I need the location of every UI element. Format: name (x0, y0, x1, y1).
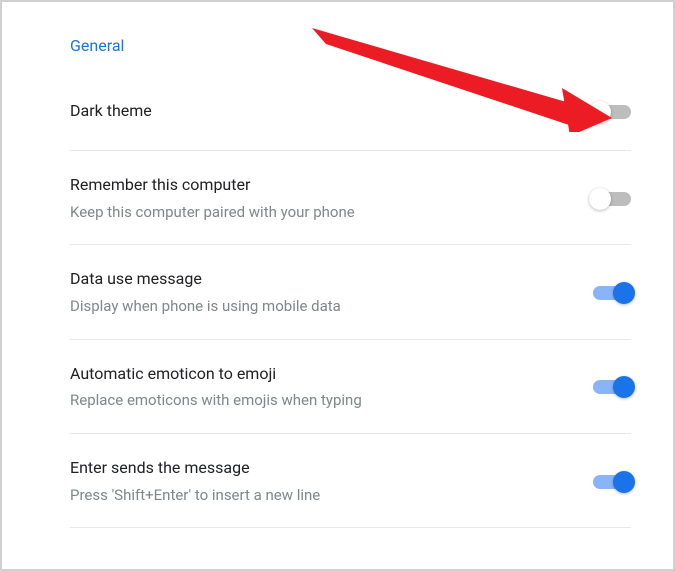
setting-desc: Display when phone is using mobile data (70, 297, 573, 317)
setting-text: Data use message Display when phone is u… (70, 269, 593, 316)
toggle-thumb (613, 376, 635, 398)
setting-title: Dark theme (70, 101, 573, 122)
setting-text: Dark theme (70, 101, 593, 122)
setting-title: Enter sends the message (70, 458, 573, 479)
toggle-thumb (589, 101, 611, 123)
setting-desc: Press 'Shift+Enter' to insert a new line (70, 486, 573, 506)
setting-title: Automatic emoticon to emoji (70, 364, 573, 385)
toggle-thumb (589, 188, 611, 210)
setting-text: Remember this computer Keep this compute… (70, 175, 593, 222)
toggle-data-use-message[interactable] (593, 286, 631, 300)
toggle-auto-emoticon[interactable] (593, 380, 631, 394)
setting-desc: Replace emoticons with emojis when typin… (70, 391, 573, 411)
setting-row-data-use-message: Data use message Display when phone is u… (70, 245, 631, 339)
setting-title: Remember this computer (70, 175, 573, 196)
toggle-dark-theme[interactable] (593, 105, 631, 119)
setting-row-dark-theme: Dark theme (70, 87, 631, 151)
settings-list: Dark theme Remember this computer Keep t… (70, 87, 631, 528)
toggle-thumb (613, 282, 635, 304)
setting-text: Automatic emoticon to emoji Replace emot… (70, 364, 593, 411)
toggle-enter-sends[interactable] (593, 475, 631, 489)
setting-desc: Keep this computer paired with your phon… (70, 203, 573, 223)
section-header-general: General (70, 36, 631, 55)
toggle-remember-computer[interactable] (593, 192, 631, 206)
settings-panel: General Dark theme Remember this compute… (0, 0, 675, 571)
setting-row-remember-computer: Remember this computer Keep this compute… (70, 151, 631, 245)
setting-row-enter-sends: Enter sends the message Press 'Shift+Ent… (70, 434, 631, 528)
setting-text: Enter sends the message Press 'Shift+Ent… (70, 458, 593, 505)
setting-row-auto-emoticon: Automatic emoticon to emoji Replace emot… (70, 340, 631, 434)
toggle-thumb (613, 471, 635, 493)
setting-title: Data use message (70, 269, 573, 290)
